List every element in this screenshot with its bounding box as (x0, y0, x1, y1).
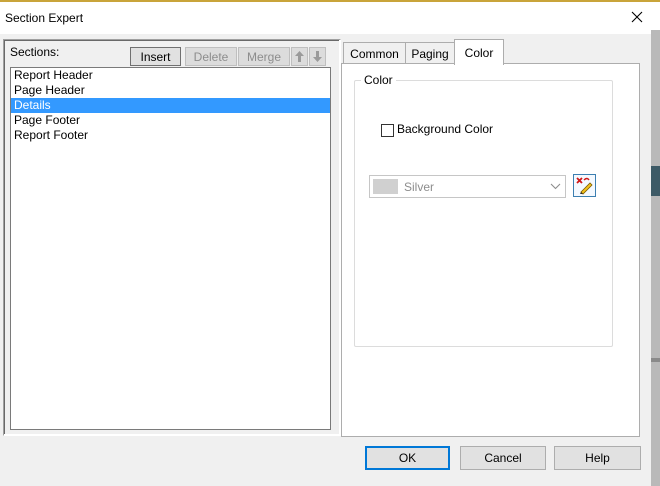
color-formula-button[interactable] (573, 174, 596, 197)
formula-pencil-icon (576, 177, 593, 195)
delete-button[interactable]: Delete (185, 47, 237, 66)
background-window-band (651, 166, 660, 196)
background-color-label[interactable]: Background Color (397, 122, 493, 136)
list-item[interactable]: Details (11, 98, 330, 113)
close-button[interactable] (614, 2, 660, 32)
ok-button[interactable]: OK (365, 446, 450, 470)
sections-pane: Sections: Insert Delete Merge Report Hea… (3, 39, 341, 436)
list-item[interactable]: Report Footer (11, 128, 330, 143)
background-window-band (651, 358, 660, 362)
tab-color[interactable]: Color (454, 39, 504, 65)
color-tab-panel: Color Background Color Silver (341, 63, 640, 437)
list-item[interactable]: Page Footer (11, 113, 330, 128)
chevron-down-icon (550, 183, 561, 190)
sections-label: Sections: (10, 45, 60, 59)
move-up-button[interactable] (291, 47, 308, 66)
close-icon (631, 11, 643, 23)
color-select-value: Silver (404, 180, 435, 194)
background-window-edge (651, 30, 660, 486)
insert-button[interactable]: Insert (130, 47, 181, 66)
color-group-label: Color (361, 73, 396, 87)
color-groupbox: Color Background Color Silver (354, 73, 613, 347)
tab-common[interactable]: Common (343, 42, 406, 64)
color-select[interactable]: Silver (369, 175, 566, 198)
arrow-down-icon (313, 51, 322, 62)
help-button[interactable]: Help (554, 446, 641, 470)
tab-paging[interactable]: Paging (405, 42, 455, 64)
list-item[interactable]: Page Header (11, 83, 330, 98)
color-swatch (373, 179, 398, 194)
cancel-button[interactable]: Cancel (460, 446, 546, 470)
sections-list[interactable]: Report Header Page Header Details Page F… (10, 67, 331, 430)
arrow-up-icon (295, 51, 304, 62)
dialog-client-area: Sections: Insert Delete Merge Report Hea… (0, 34, 651, 486)
background-color-checkbox[interactable] (381, 124, 394, 137)
list-item[interactable]: Report Header (11, 68, 330, 83)
merge-button[interactable]: Merge (238, 47, 290, 66)
move-down-button[interactable] (309, 47, 326, 66)
window-title: Section Expert (5, 11, 84, 25)
title-bar: Section Expert (0, 2, 660, 34)
